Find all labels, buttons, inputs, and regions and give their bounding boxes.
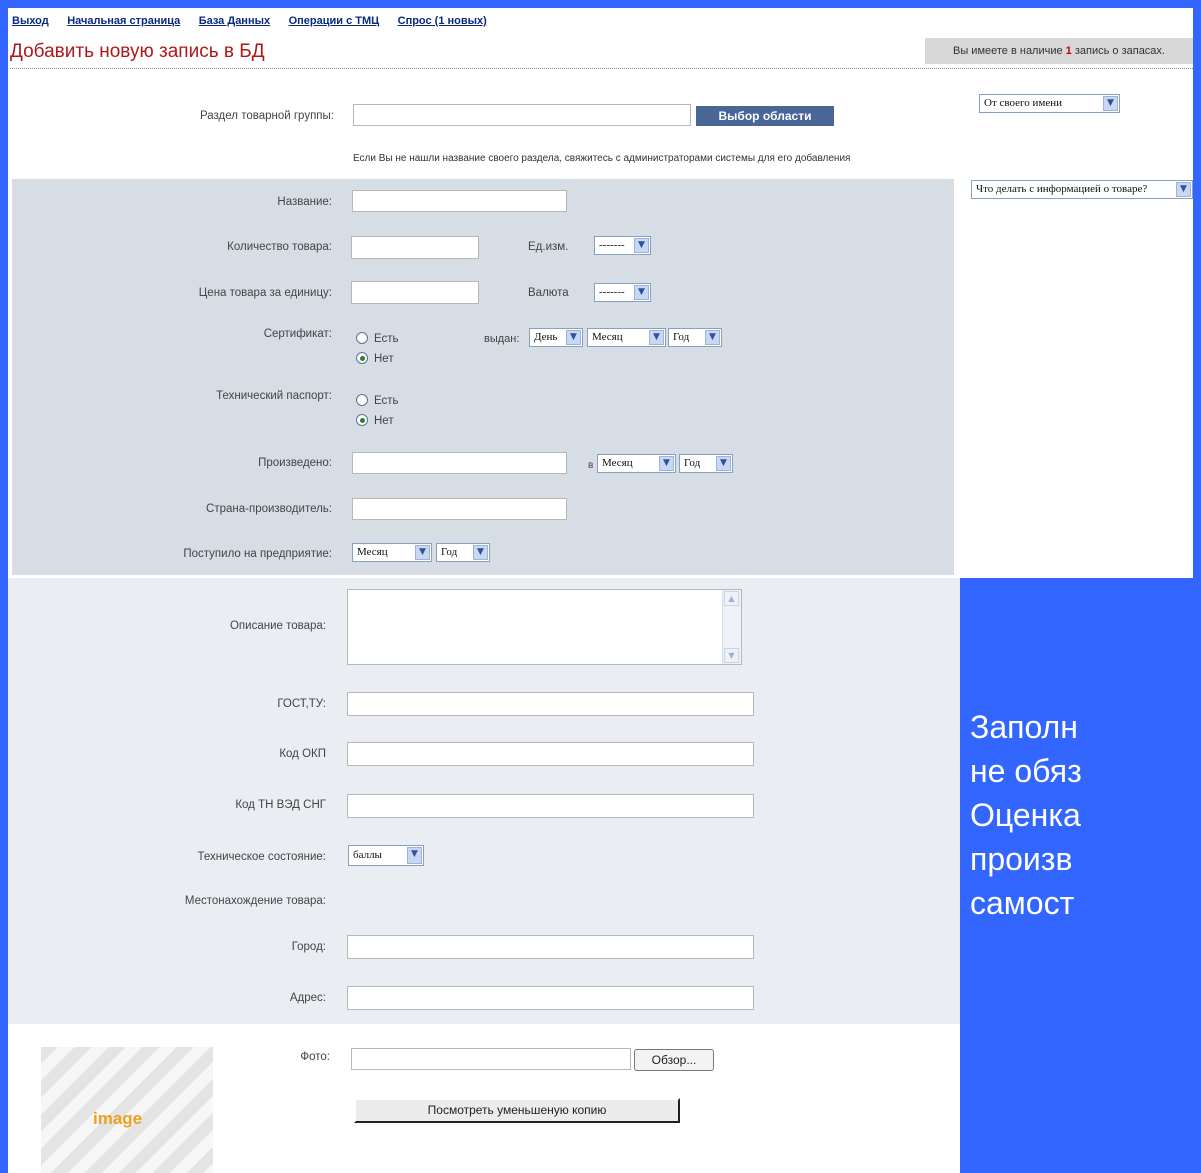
price-label: Цена товара за единицу:: [198, 287, 332, 299]
chevron-down-icon: ▼: [634, 285, 649, 300]
produced-in-label: в: [588, 460, 594, 471]
overlay-line-1: Заполн: [970, 709, 1078, 745]
image-placeholder-text: image: [93, 1109, 143, 1128]
chevron-down-icon: ▼: [407, 847, 422, 864]
overlay-line-4: произв: [970, 841, 1073, 877]
browse-button[interactable]: Обзор...: [634, 1049, 714, 1071]
image-placeholder: image: [41, 1047, 213, 1173]
okp-label: Код ОКП: [279, 748, 326, 760]
cert-month-select[interactable]: Месяц ▼: [587, 328, 666, 347]
price-input[interactable]: [351, 281, 479, 304]
location-label: Местонахождение товара:: [184, 895, 326, 907]
stock-notice: Вы имеете в наличие 1 запись о запасах.: [925, 38, 1193, 64]
okp-input[interactable]: [347, 742, 754, 766]
description-textarea[interactable]: ▲ ▼: [347, 589, 742, 665]
photo-path-input[interactable]: [351, 1048, 631, 1070]
description-label: Описание товара:: [229, 620, 326, 632]
group-input[interactable]: [353, 104, 691, 126]
scrollbar[interactable]: ▲ ▼: [722, 590, 741, 664]
gost-label: ГОСТ,ТУ:: [277, 698, 326, 710]
address-input[interactable]: [347, 986, 754, 1010]
from-select[interactable]: От своего имени ▼: [979, 94, 1120, 113]
nav-database[interactable]: База Данных: [199, 15, 270, 27]
received-year-select[interactable]: Год ▼: [436, 543, 490, 562]
chevron-down-icon: ▼: [1176, 182, 1191, 197]
group-hint: Если Вы не нашли название своего раздела…: [353, 153, 851, 164]
produced-input[interactable]: [352, 452, 567, 474]
chevron-down-icon: ▼: [634, 238, 649, 253]
country-label: Страна-производитель:: [206, 503, 332, 515]
preview-button[interactable]: Посмотреть уменьшеную копию: [354, 1098, 680, 1123]
produced-year-select[interactable]: Год ▼: [679, 454, 733, 473]
passport-yes-radio[interactable]: Есть: [356, 394, 399, 407]
overlay-line-2: не обяз: [970, 753, 1082, 789]
passport-label: Технический паспорт:: [216, 390, 332, 402]
photo-label: Фото:: [300, 1051, 330, 1063]
radio-checked-icon: [356, 414, 368, 426]
nav-logout[interactable]: Выход: [12, 15, 49, 27]
address-label: Адрес:: [289, 992, 326, 1004]
produced-month-select[interactable]: Месяц ▼: [597, 454, 676, 473]
certificate-no-radio[interactable]: Нет: [356, 352, 394, 365]
certificate-yes-radio[interactable]: Есть: [356, 332, 399, 345]
radio-checked-icon: [356, 352, 368, 364]
city-input[interactable]: [347, 935, 754, 959]
quantity-label: Количество товара:: [227, 241, 332, 253]
chevron-down-icon: ▼: [566, 330, 581, 345]
currency-select[interactable]: ------- ▼: [594, 283, 651, 302]
produced-label: Произведено:: [258, 457, 332, 469]
quantity-input[interactable]: [351, 236, 479, 259]
tech-state-select[interactable]: баллы ▼: [348, 845, 424, 866]
city-label: Город:: [291, 941, 326, 953]
scroll-down-icon[interactable]: ▼: [724, 648, 739, 663]
group-label: Раздел товарной группы:: [199, 110, 334, 122]
overlay-text: Заполн не обяз Оценка произв самост: [970, 705, 1201, 925]
currency-label: Валюта: [528, 287, 569, 299]
chevron-down-icon: ▼: [705, 330, 720, 345]
page-title: Добавить новую запись в БД: [10, 41, 265, 62]
chevron-down-icon: ▼: [716, 456, 731, 471]
chevron-down-icon: ▼: [659, 456, 674, 471]
overlay-line-3: Оценка: [970, 797, 1081, 833]
select-area-button[interactable]: Выбор области: [696, 106, 834, 126]
nav-home[interactable]: Начальная страница: [67, 15, 180, 27]
gost-input[interactable]: [347, 692, 754, 716]
radio-icon: [356, 332, 368, 344]
issued-label: выдан:: [484, 333, 520, 345]
overlay-line-5: самост: [970, 885, 1075, 921]
nav-operations[interactable]: Операции с ТМЦ: [289, 15, 380, 27]
country-input[interactable]: [352, 498, 567, 520]
chevron-down-icon: ▼: [1103, 96, 1118, 111]
top-nav: Выход Начальная страница База Данных Опе…: [12, 11, 501, 29]
unit-select[interactable]: ------- ▼: [594, 236, 651, 255]
chevron-down-icon: ▼: [649, 330, 664, 345]
radio-icon: [356, 394, 368, 406]
received-label: Поступило на предприятие:: [183, 548, 332, 560]
tnved-label: Код ТН ВЭД СНГ: [235, 799, 326, 811]
passport-no-radio[interactable]: Нет: [356, 414, 394, 427]
title-separator: [10, 68, 1193, 69]
chevron-down-icon: ▼: [415, 545, 430, 560]
scroll-up-icon[interactable]: ▲: [724, 591, 739, 606]
nav-demand[interactable]: Спрос (1 новых): [398, 15, 487, 27]
tech-state-label: Техническое состояние:: [197, 851, 326, 863]
tnved-input[interactable]: [347, 794, 754, 818]
name-label: Название:: [277, 196, 332, 208]
unit-label: Ед.изм.: [528, 241, 569, 253]
cert-day-select[interactable]: День ▼: [529, 328, 583, 347]
name-input[interactable]: [352, 190, 567, 212]
certificate-label: Сертификат:: [263, 328, 332, 340]
cert-year-select[interactable]: Год ▼: [668, 328, 722, 347]
what-to-do-select[interactable]: Что делать с информацией о товаре? ▼: [971, 180, 1193, 199]
received-month-select[interactable]: Месяц ▼: [352, 543, 432, 562]
chevron-down-icon: ▼: [473, 545, 488, 560]
